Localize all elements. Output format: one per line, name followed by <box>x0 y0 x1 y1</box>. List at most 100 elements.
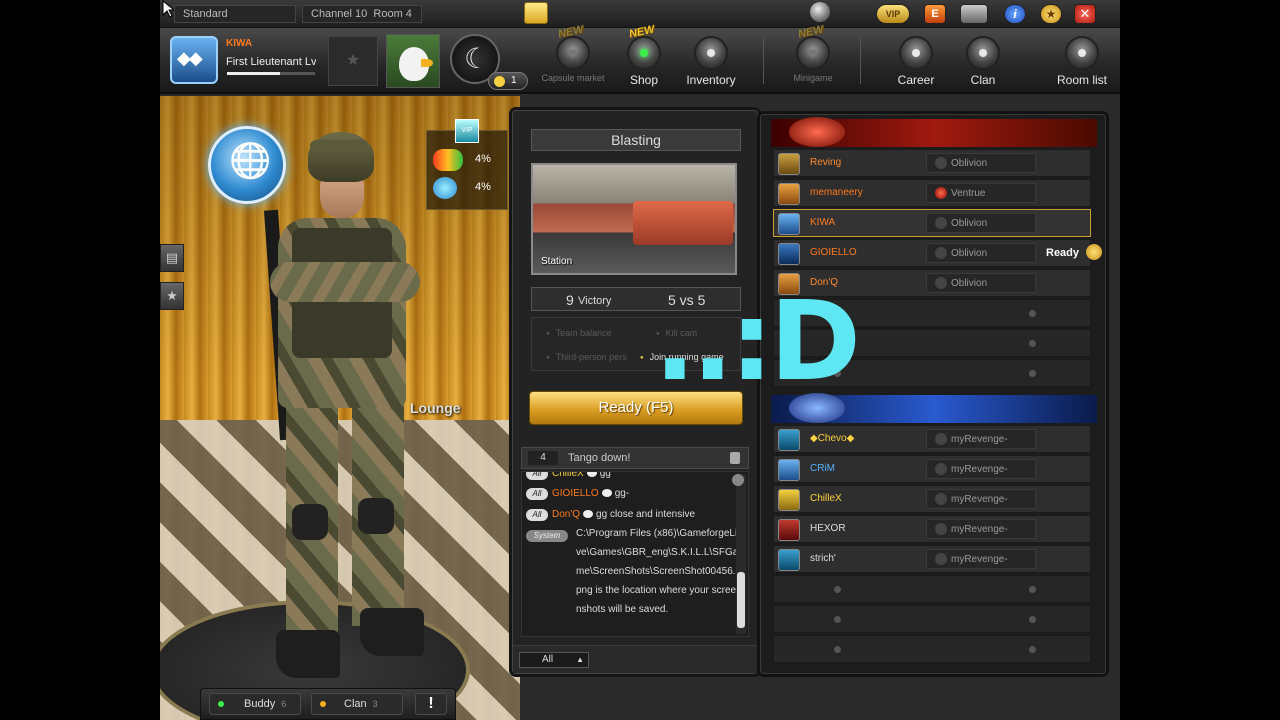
clan-box: myRevenge- <box>926 519 1036 539</box>
player-slot[interactable]: ◆Chevo◆ myRevenge- <box>773 425 1091 453</box>
rank-icon <box>778 213 800 235</box>
boot <box>360 608 424 656</box>
buddy-button[interactable]: Buddy 6 <box>209 693 301 715</box>
menu-label: Inventory <box>686 73 736 87</box>
player-slot[interactable]: memaneery Ventrue <box>773 179 1091 207</box>
buddy-label: Buddy <box>244 698 276 710</box>
empty-slot[interactable] <box>773 605 1091 633</box>
menu-label: Shop <box>629 73 659 87</box>
vip-button[interactable]: VIP <box>876 4 910 24</box>
side-list-icon[interactable]: ▤ <box>160 244 184 272</box>
chat-scroll-thumb[interactable] <box>737 572 745 628</box>
clan-name: myRevenge- <box>951 554 1008 565</box>
clan-button[interactable]: Clan 3 <box>311 693 403 715</box>
menu-divider <box>860 38 861 84</box>
main-menu-bar: KIWA First Lieutenant Lv. ★ 1 NEW Capsul… <box>160 23 1120 94</box>
chat-nick: Don'Q <box>552 509 581 520</box>
game-window: Standard Channel 10 Room 4 VIP E i ★ ✕ K… <box>160 0 1120 720</box>
side-star-icon[interactable]: ★ <box>160 282 184 310</box>
rank-icon <box>778 549 800 571</box>
player-slot-name: strich' <box>810 553 836 564</box>
map-preview[interactable]: Station <box>531 163 737 275</box>
rank-icon <box>778 153 800 175</box>
back-arrow-icon <box>1065 36 1099 70</box>
globe-icon <box>433 177 457 199</box>
star-icon[interactable]: ★ <box>1040 4 1062 24</box>
shop-knob-icon <box>627 36 661 70</box>
buddy-count: 6 <box>281 699 287 709</box>
player-slot[interactable]: strich' myRevenge- <box>773 545 1091 573</box>
buddy-bar: Buddy 6 Clan 3 ! <box>200 688 456 720</box>
player-slot-name: HEXOR <box>810 523 846 534</box>
alert-button[interactable]: ! <box>415 693 447 715</box>
speech-bubble-icon <box>601 489 612 498</box>
menu-capsule-market[interactable]: NEW Capsule market <box>538 23 608 90</box>
rank-icon <box>778 519 800 541</box>
player-slot-name: memaneery <box>810 187 863 198</box>
game-mode-label: Standard <box>174 5 296 23</box>
red-team-emblem-icon <box>789 117 845 147</box>
clan-name: Ventrue <box>951 188 986 199</box>
goggles <box>310 140 368 152</box>
menu-label: Clan <box>970 73 996 87</box>
inventory-knob-icon <box>694 36 728 70</box>
chat-filter-select[interactable]: All <box>519 652 589 668</box>
info-icon[interactable]: i <box>1004 4 1026 24</box>
player-slot[interactable]: CRiM myRevenge- <box>773 455 1091 483</box>
chat-message: All Don'Q gg close and intensive <box>526 509 695 521</box>
boost-panel: VIP 4% 4% <box>426 119 508 210</box>
victory-count: 9 <box>566 292 574 308</box>
knee-pad <box>292 504 328 540</box>
player-slot[interactable]: HEXOR myRevenge- <box>773 515 1091 543</box>
chat-channel-tag: All <box>526 488 548 500</box>
speech-bubble-icon <box>586 472 597 478</box>
menu-label: Career <box>897 73 935 87</box>
game-mode-title: Blasting <box>531 129 741 151</box>
clan-box: Oblivion <box>926 243 1036 263</box>
player-slot-self[interactable]: KIWA Oblivion <box>773 209 1091 237</box>
channel-room-label: Channel 10 Room 4 <box>302 5 422 23</box>
red-team-banner <box>771 117 1097 147</box>
menu-career[interactable]: Career <box>881 34 951 90</box>
clan-label: Clan <box>344 698 367 710</box>
player-slot[interactable]: ChilleX myRevenge- <box>773 485 1091 513</box>
camera-icon[interactable] <box>960 4 988 24</box>
menu-clan[interactable]: Clan <box>948 34 1018 90</box>
chat-text: gg close and intensive <box>596 509 696 520</box>
rule-item: Third-person pers <box>546 352 627 362</box>
player-slot[interactable]: Reving Oblivion <box>773 149 1091 177</box>
chat-log[interactable]: All ChilleX gg All GIOIELLO gg- All Don'Q gg c… <box>521 471 749 637</box>
menu-shop[interactable]: NEW Shop <box>609 23 679 90</box>
clan-box: myRevenge- <box>926 489 1036 509</box>
player-slot-name: Reving <box>810 157 842 168</box>
pills-icon <box>433 149 463 171</box>
empty-slot[interactable] <box>773 635 1091 663</box>
close-icon[interactable]: ✕ <box>1074 4 1096 24</box>
menu-minigame[interactable]: NEW Minigame <box>778 23 848 90</box>
notice-icon[interactable] <box>524 2 548 24</box>
overlay-emoticon-text: ..:D <box>654 277 861 405</box>
clan-globe-icon[interactable] <box>208 126 286 204</box>
knee-pad <box>358 498 394 534</box>
clan-mark-icon <box>935 187 947 199</box>
chat-channel-tag: All <box>526 509 548 521</box>
online-dot-icon <box>218 701 224 707</box>
player-slot[interactable]: GIOIELLO Oblivion Ready <box>773 239 1102 267</box>
empty-slot-star-icon[interactable]: ★ <box>328 36 378 86</box>
rank-icon <box>778 459 800 481</box>
victory-label: Victory <box>578 295 612 307</box>
clan-mark-icon <box>935 433 947 445</box>
room-label: Room 4 <box>373 8 412 20</box>
avatar[interactable] <box>386 34 440 88</box>
event-button[interactable]: E <box>924 4 946 24</box>
empty-slot[interactable] <box>773 575 1091 603</box>
xp-bar <box>226 71 316 76</box>
boost-value: 4% <box>475 153 491 165</box>
menu-inventory[interactable]: Inventory <box>676 34 746 90</box>
chat-text: gg- <box>614 488 630 499</box>
clan-name: myRevenge- <box>951 434 1008 445</box>
ready-status: Ready <box>1046 247 1080 259</box>
menu-room-list[interactable]: Room list <box>1047 34 1117 90</box>
clan-name: Oblivion <box>951 278 988 289</box>
scroll-up-icon[interactable] <box>732 474 744 486</box>
